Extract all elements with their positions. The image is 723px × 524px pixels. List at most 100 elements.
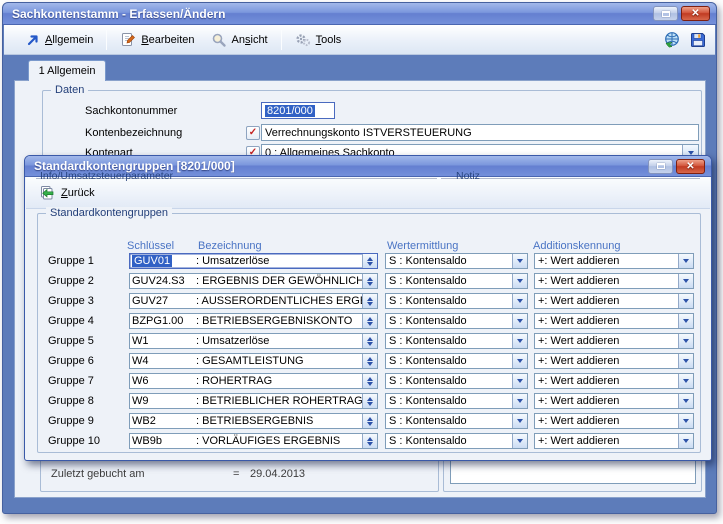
spinner-button[interactable]: [362, 414, 377, 428]
kontenbezeichnung-input[interactable]: Verrechnungskonto ISTVERSTEUERUNG: [261, 124, 699, 141]
dropdown-arrow-icon[interactable]: [512, 294, 527, 308]
group-description: : BETRIEBSERGEBNIS: [196, 414, 362, 428]
wertermittlung-select[interactable]: S : Kontensaldo: [385, 253, 528, 269]
spinner-button[interactable]: [362, 254, 377, 268]
group-field[interactable]: BZPG1.00 : BETRIEBSERGEBNISKONTO: [129, 313, 378, 329]
dropdown-arrow-icon[interactable]: [678, 274, 693, 288]
tab-allgemein[interactable]: 1 Allgemein: [28, 60, 106, 81]
additionskennung-select[interactable]: +: Wert addieren: [534, 433, 694, 449]
additionskennung-select[interactable]: +: Wert addieren: [534, 393, 694, 409]
group-field[interactable]: W6 : ROHERTRAG: [129, 373, 378, 389]
dropdown-arrow-icon[interactable]: [512, 434, 527, 448]
kontenbezeichnung-check-button[interactable]: [246, 126, 260, 140]
spinner-button[interactable]: [362, 294, 377, 308]
additionskennung-select[interactable]: +: Wert addieren: [534, 413, 694, 429]
sachkontonummer-label: Sachkontonummer: [85, 105, 177, 117]
spinner-button[interactable]: [362, 274, 377, 288]
group-field[interactable]: W4 : GESAMTLEISTUNG: [129, 353, 378, 369]
group-key-input[interactable]: W6: [130, 374, 196, 388]
wertermittlung-select[interactable]: S : Kontensaldo: [385, 293, 528, 309]
wertermittlung-select[interactable]: S : Kontensaldo: [385, 313, 528, 329]
additionskennung-select[interactable]: +: Wert addieren: [534, 253, 694, 269]
spinner-up-icon: [367, 357, 373, 361]
group-key-input[interactable]: WB2: [130, 414, 196, 428]
menu-allgemein[interactable]: Allgemein: [18, 29, 101, 51]
wertermittlung-select[interactable]: S : Kontensaldo: [385, 353, 528, 369]
close-button[interactable]: [681, 6, 710, 21]
spinner-button[interactable]: [362, 314, 377, 328]
spinner-button[interactable]: [362, 354, 377, 368]
spinner-button[interactable]: [362, 334, 377, 348]
group-key-input[interactable]: BZPG1.00: [130, 314, 196, 328]
dropdown-arrow-icon[interactable]: [678, 294, 693, 308]
additionskennung-select[interactable]: +: Wert addieren: [534, 373, 694, 389]
group-key-input[interactable]: W4: [130, 354, 196, 368]
save-icon[interactable]: [689, 31, 707, 49]
wertermittlung-select[interactable]: S : Kontensaldo: [385, 333, 528, 349]
group-key-input[interactable]: GUV24.S3: [130, 274, 196, 288]
spinner-button[interactable]: [362, 394, 377, 408]
additionskennung-select[interactable]: +: Wert addieren: [534, 353, 694, 369]
group-key-input[interactable]: W1: [130, 334, 196, 348]
group-key-input[interactable]: GUV01: [130, 254, 196, 268]
group-label: Gruppe 2: [48, 275, 118, 287]
group-field[interactable]: W1 : Umsatzerlöse: [129, 333, 378, 349]
dropdown-arrow-icon[interactable]: [678, 394, 693, 408]
group-key-input[interactable]: WB9b: [130, 434, 196, 448]
wertermittlung-select[interactable]: S : Kontensaldo: [385, 413, 528, 429]
restore-button[interactable]: [653, 6, 678, 21]
group-description: : BETRIEBLICHER ROHERTRAG: [196, 394, 362, 408]
window-title-bar[interactable]: Sachkontenstamm - Erfassen/Ändern: [3, 3, 716, 25]
group-label: Gruppe 9: [48, 415, 118, 427]
dropdown-arrow-icon[interactable]: [678, 334, 693, 348]
group-key-input[interactable]: W9: [130, 394, 196, 408]
dropdown-arrow-icon[interactable]: [512, 334, 527, 348]
group-key-input[interactable]: GUV27: [130, 294, 196, 308]
wertermittlung-select[interactable]: S : Kontensaldo: [385, 273, 528, 289]
group-field[interactable]: GUV24.S3 : ERGEBNIS DER GEWÖHNLICHEN GES: [129, 273, 378, 289]
dropdown-arrow-icon[interactable]: [512, 374, 527, 388]
group-field[interactable]: WB9b : VORLÄUFIGES ERGEBNIS: [129, 433, 378, 449]
dropdown-arrow-icon[interactable]: [678, 374, 693, 388]
dropdown-arrow-icon[interactable]: [678, 414, 693, 428]
menu-bearbeiten[interactable]: Bearbeiten: [112, 28, 202, 52]
spinner-button[interactable]: [362, 434, 377, 448]
wertermittlung-select[interactable]: S : Kontensaldo: [385, 433, 528, 449]
sachkontonummer-input[interactable]: 8201/000: [261, 102, 335, 119]
dropdown-arrow-icon[interactable]: [512, 394, 527, 408]
dropdown-arrow-icon[interactable]: [512, 274, 527, 288]
send-globe-icon[interactable]: [663, 31, 681, 49]
group-field[interactable]: GUV27 : AUSSERORDENTLICHES ERGEBNIS: [129, 293, 378, 309]
zurueck-button[interactable]: Zurück: [34, 181, 104, 205]
spinner-up-icon: [367, 337, 373, 341]
dropdown-arrow-icon[interactable]: [512, 314, 527, 328]
zuletzt-gebucht-label: Zuletzt gebucht am: [51, 468, 145, 480]
additionskennung-select[interactable]: +: Wert addieren: [534, 333, 694, 349]
wertermittlung-select[interactable]: S : Kontensaldo: [385, 373, 528, 389]
dialog-restore-button[interactable]: [648, 159, 673, 174]
dropdown-arrow-icon[interactable]: [512, 254, 527, 268]
menu-tools[interactable]: Tools: [287, 28, 350, 52]
dropdown-arrow-icon[interactable]: [678, 254, 693, 268]
additionskennung-select[interactable]: +: Wert addieren: [534, 273, 694, 289]
dialog-close-button[interactable]: [676, 159, 705, 174]
standardkontengruppen-groupbox: Standardkontengruppen Schlüssel Bezeichn…: [37, 213, 701, 453]
spinner-button[interactable]: [362, 374, 377, 388]
zuletzt-gebucht-equals: =: [233, 468, 239, 480]
additionskennung-select[interactable]: +: Wert addieren: [534, 313, 694, 329]
dropdown-arrow-icon[interactable]: [678, 434, 693, 448]
group-field[interactable]: W9 : BETRIEBLICHER ROHERTRAG: [129, 393, 378, 409]
daten-legend: Daten: [51, 84, 88, 96]
spinner-up-icon: [367, 397, 373, 401]
wertermittlung-select[interactable]: S : Kontensaldo: [385, 393, 528, 409]
dropdown-arrow-icon[interactable]: [512, 354, 527, 368]
menu-ansicht[interactable]: Ansicht: [203, 28, 276, 52]
table-row: Gruppe 9 WB2 : BETRIEBSERGEBNIS S : Kont…: [38, 413, 700, 429]
dropdown-arrow-icon[interactable]: [678, 354, 693, 368]
group-field[interactable]: WB2 : BETRIEBSERGEBNIS: [129, 413, 378, 429]
dropdown-arrow-icon[interactable]: [512, 414, 527, 428]
group-label: Gruppe 1: [48, 255, 118, 267]
group-field[interactable]: GUV01 : Umsatzerlöse: [129, 253, 378, 269]
additionskennung-select[interactable]: +: Wert addieren: [534, 293, 694, 309]
dropdown-arrow-icon[interactable]: [678, 314, 693, 328]
